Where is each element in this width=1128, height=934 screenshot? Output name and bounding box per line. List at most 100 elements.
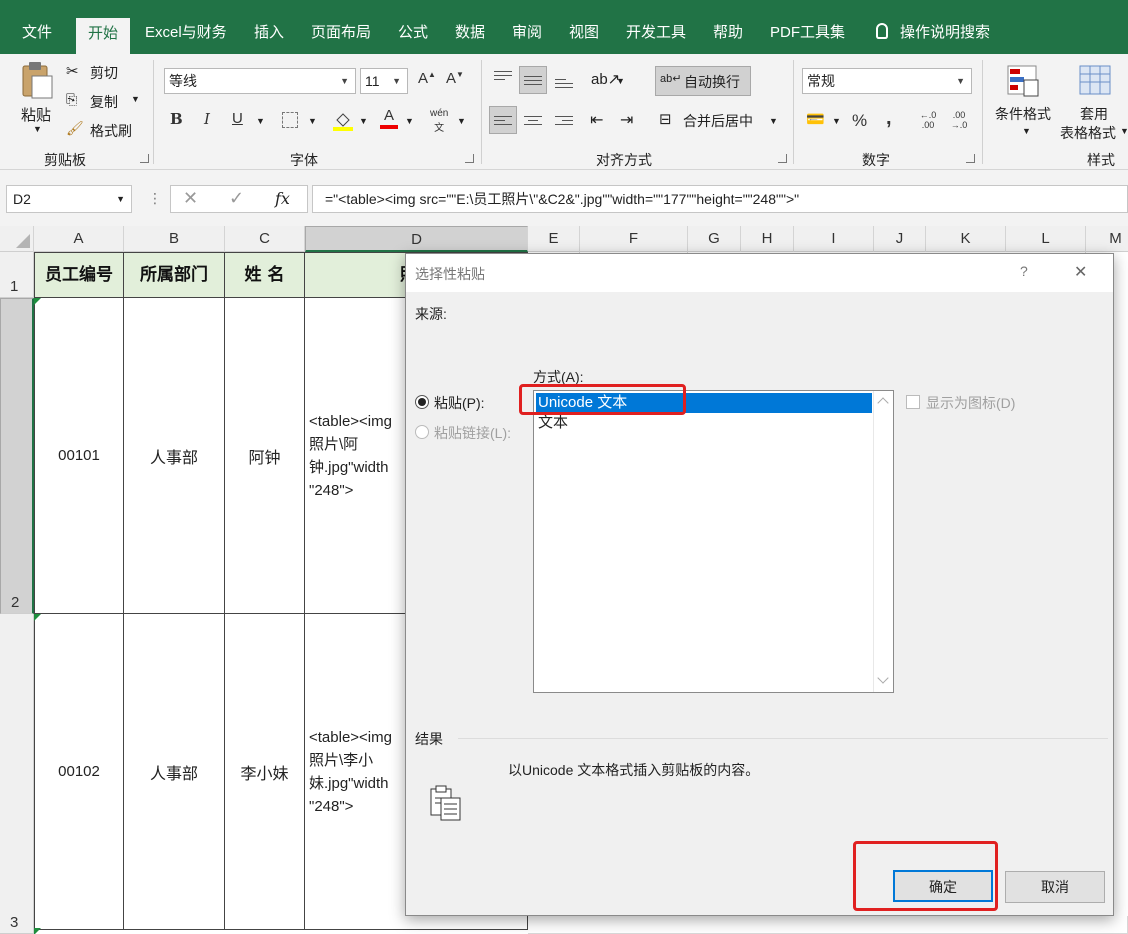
column-header-d[interactable]: D	[305, 226, 528, 252]
format-as-table-icon[interactable]	[1078, 64, 1114, 98]
formula-input[interactable]: ="<table><img src=""E:\员工照片\"&C2&".jpg""…	[312, 185, 1128, 213]
decrease-decimal-icon[interactable]: .00 →.0	[946, 110, 972, 130]
help-button[interactable]: ?	[1020, 263, 1028, 279]
underline-button[interactable]: U	[232, 110, 243, 127]
copy-button[interactable]: 复制	[90, 92, 118, 112]
fill-color-icon[interactable]	[333, 110, 353, 132]
font-color-icon[interactable]: A	[380, 107, 398, 129]
align-top-icon[interactable]	[494, 68, 512, 83]
tab-file[interactable]: 文件	[22, 12, 52, 54]
scroll-down-icon[interactable]	[877, 672, 889, 684]
column-header-f[interactable]: F	[580, 226, 688, 252]
copy-dropdown-icon[interactable]: ▼	[131, 94, 140, 104]
clipboard-launcher-icon[interactable]	[140, 154, 149, 163]
scroll-up-icon[interactable]	[877, 397, 889, 409]
orientation-dropdown-icon[interactable]: ▼	[616, 76, 625, 86]
align-center-icon[interactable]	[524, 113, 542, 128]
conditional-dropdown-icon[interactable]: ▼	[1022, 126, 1031, 136]
borders-dropdown-icon[interactable]: ▼	[308, 116, 317, 126]
tab-home[interactable]: 开始	[76, 18, 131, 54]
accounting-dropdown-icon[interactable]: ▼	[832, 116, 841, 126]
column-header-m[interactable]: M	[1086, 226, 1128, 252]
tell-me-search[interactable]: 操作说明搜索	[876, 12, 990, 54]
column-header-h[interactable]: H	[741, 226, 794, 252]
paste-button[interactable]: 粘贴	[21, 104, 51, 125]
cell-name[interactable]: 阿钟	[225, 298, 305, 614]
cell-department[interactable]: 人事部	[124, 298, 225, 614]
format-painter-button[interactable]: 格式刷	[90, 121, 132, 141]
confirm-entry-icon[interactable]: ✓	[229, 188, 244, 209]
close-icon[interactable]: ✕	[1074, 262, 1087, 282]
tab-pdf-tools[interactable]: PDF工具集	[770, 12, 845, 54]
font-launcher-icon[interactable]	[465, 154, 474, 163]
phonetic-dropdown-icon[interactable]: ▼	[457, 116, 466, 126]
column-header-c[interactable]: C	[225, 226, 305, 252]
row-header-2[interactable]: 2	[0, 298, 34, 614]
conditional-format-button[interactable]: 条件格式	[995, 104, 1051, 124]
header-cell-employee-id[interactable]: 员工编号	[34, 252, 124, 298]
format-as-table-line1[interactable]: 套用	[1080, 104, 1108, 124]
header-cell-department[interactable]: 所属部门	[124, 252, 225, 298]
grow-font-icon[interactable]: A▲	[418, 70, 436, 87]
cancel-entry-icon[interactable]: ✕	[183, 188, 198, 209]
grid-cell[interactable]	[1114, 252, 1128, 934]
shrink-font-icon[interactable]: A▼	[446, 70, 464, 87]
tab-data[interactable]: 数据	[455, 12, 485, 54]
tab-view[interactable]: 视图	[569, 12, 599, 54]
increase-decimal-icon[interactable]: ←.0 .00	[915, 110, 941, 130]
merge-center-button[interactable]: 合并后居中	[683, 111, 753, 131]
select-all-corner[interactable]	[0, 226, 34, 252]
align-right-icon[interactable]	[555, 113, 573, 128]
column-header-i[interactable]: I	[794, 226, 874, 252]
grid-cell[interactable]	[528, 916, 1128, 934]
paste-dropdown-icon[interactable]: ▼	[33, 124, 42, 134]
font-name-box[interactable]: 等线 ▼	[164, 68, 356, 94]
accounting-icon[interactable]: 💳	[806, 110, 825, 128]
copy-icon[interactable]: ⎘	[66, 91, 77, 108]
fill-dropdown-icon[interactable]: ▼	[359, 116, 368, 126]
paste-icon[interactable]	[20, 60, 54, 100]
tab-insert[interactable]: 插入	[254, 12, 284, 54]
percent-button[interactable]: %	[852, 111, 867, 131]
font-size-box[interactable]: 11 ▼	[360, 68, 408, 94]
format-painter-icon[interactable]: 🖌	[66, 120, 84, 137]
borders-icon[interactable]	[282, 112, 298, 128]
list-item-text[interactable]: 文本	[536, 413, 872, 433]
italic-button[interactable]: I	[204, 110, 210, 128]
cut-button[interactable]: 剪切	[90, 63, 118, 83]
bold-button[interactable]: B	[170, 110, 183, 128]
listbox-scrollbar[interactable]	[873, 391, 893, 692]
align-bottom-icon[interactable]	[555, 76, 573, 91]
tab-developer[interactable]: 开发工具	[626, 12, 686, 54]
row-header-1[interactable]: 1	[0, 252, 34, 298]
column-header-a[interactable]: A	[34, 226, 124, 252]
comma-button[interactable]: ,	[886, 107, 892, 130]
column-header-b[interactable]: B	[124, 226, 225, 252]
column-header-g[interactable]: G	[688, 226, 741, 252]
insert-function-button[interactable]: fx	[275, 189, 290, 208]
paste-as-listbox[interactable]: Unicode 文本 文本	[533, 390, 894, 693]
cell-employee-id[interactable]: 00101	[34, 298, 124, 614]
tab-page-layout[interactable]: 页面布局	[311, 12, 371, 54]
name-box[interactable]: D2 ▼	[6, 185, 132, 213]
merge-dropdown-icon[interactable]: ▼	[769, 116, 778, 126]
cut-icon[interactable]: ✂	[66, 62, 79, 80]
underline-dropdown-icon[interactable]: ▼	[256, 116, 265, 126]
conditional-format-icon[interactable]	[1006, 64, 1042, 98]
cancel-button[interactable]: 取消	[1005, 871, 1105, 903]
column-header-k[interactable]: K	[926, 226, 1006, 252]
format-as-table-line2[interactable]: 表格格式	[1060, 123, 1116, 143]
header-cell-name[interactable]: 姓 名	[225, 252, 305, 298]
paste-radio[interactable]	[415, 395, 429, 409]
tab-help[interactable]: 帮助	[713, 12, 743, 54]
merge-icon[interactable]: ⊟	[659, 110, 672, 128]
number-launcher-icon[interactable]	[966, 154, 975, 163]
row-header-3[interactable]: 3	[0, 614, 34, 934]
wrap-text-button[interactable]: ab↵ 自动换行	[655, 66, 751, 96]
phonetic-icon[interactable]: wén 文	[430, 108, 448, 134]
column-header-e[interactable]: E	[528, 226, 580, 252]
table-dropdown-icon[interactable]: ▼	[1120, 126, 1128, 136]
tab-formulas[interactable]: 公式	[398, 12, 428, 54]
tab-excel-finance[interactable]: Excel与财务	[145, 12, 227, 54]
tab-review[interactable]: 审阅	[512, 12, 542, 54]
